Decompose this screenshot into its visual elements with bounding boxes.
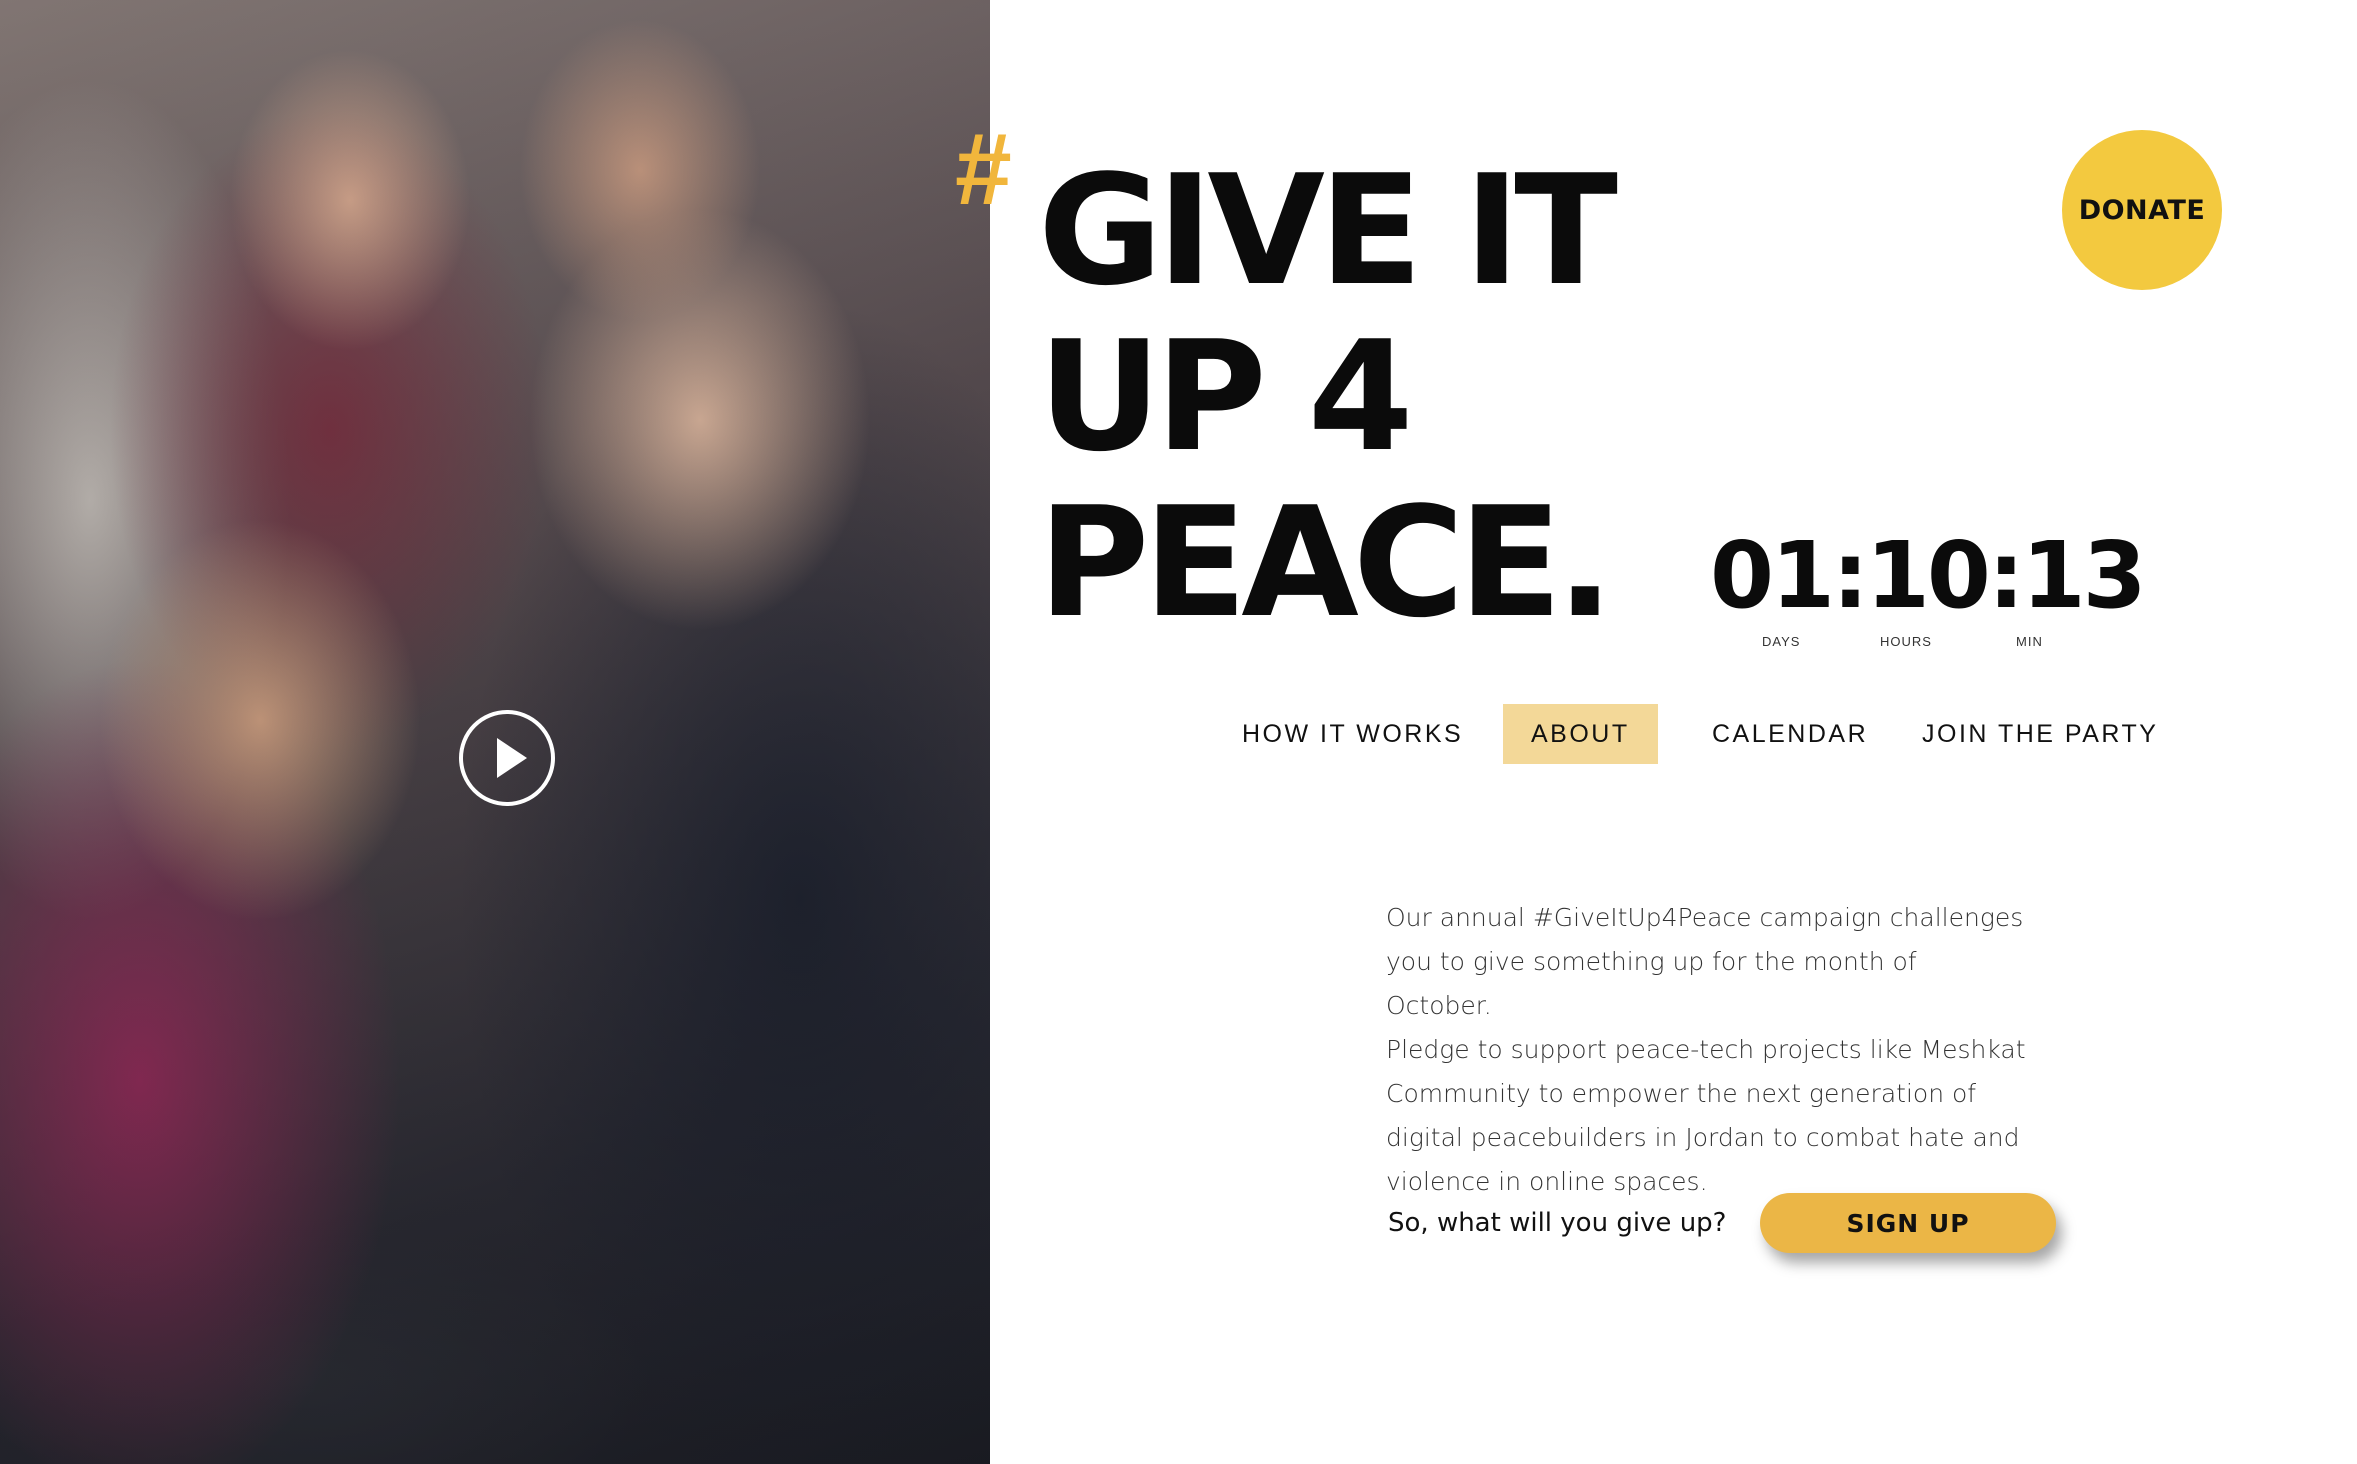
- nav-item-join-the-party[interactable]: JOIN THE PARTY: [1922, 704, 2158, 764]
- about-description: Our annual #GiveItUp4Peace campaign chal…: [1386, 896, 2026, 1204]
- title-line-2: UP 4: [1038, 308, 1414, 485]
- nav-item-how-it-works[interactable]: HOW IT WORKS: [1242, 704, 1463, 764]
- play-icon: [497, 738, 527, 778]
- countdown-unit-days: DAYS: [1762, 634, 1801, 649]
- title-line-1: GIVE IT: [1038, 142, 1618, 319]
- countdown-timer: 01:10:13 DAYS HOURS MIN: [1710, 522, 2147, 654]
- hashtag-symbol: #: [955, 112, 1012, 226]
- countdown-unit-hours: HOURS: [1880, 634, 1932, 649]
- sign-up-button[interactable]: SIGN UP: [1760, 1193, 2056, 1253]
- donate-button[interactable]: DONATE: [2062, 130, 2222, 290]
- nav-item-about[interactable]: ABOUT: [1503, 704, 1658, 764]
- about-line-3: Pledge to support peace-tech projects li…: [1386, 1035, 2026, 1064]
- about-line-4: Community to empower the next generation…: [1386, 1079, 1977, 1108]
- play-video-button[interactable]: [459, 710, 555, 806]
- nav-item-calendar[interactable]: CALENDAR: [1712, 704, 1868, 764]
- about-line-6: violence in online spaces.: [1386, 1167, 1708, 1196]
- about-line-5: digital peacebuilders in Jordan to comba…: [1386, 1123, 2020, 1152]
- hero-photo: [0, 0, 990, 1464]
- countdown-unit-min: MIN: [2016, 634, 2043, 649]
- about-line-1: Our annual #GiveItUp4Peace campaign chal…: [1386, 903, 2024, 932]
- page-title: GIVE IT UP 4 PEACE.: [1038, 148, 1798, 646]
- title-line-3: PEACE.: [1038, 474, 1614, 651]
- countdown-value: 01:10:13: [1710, 522, 2147, 629]
- main-nav: HOW IT WORKS ABOUT CALENDAR JOIN THE PAR…: [1220, 704, 2180, 764]
- cta-question: So, what will you give up?: [1388, 1208, 1727, 1238]
- about-line-2: you to give something up for the month o…: [1386, 947, 1917, 1020]
- countdown-units: DAYS HOURS MIN: [1710, 634, 2060, 654]
